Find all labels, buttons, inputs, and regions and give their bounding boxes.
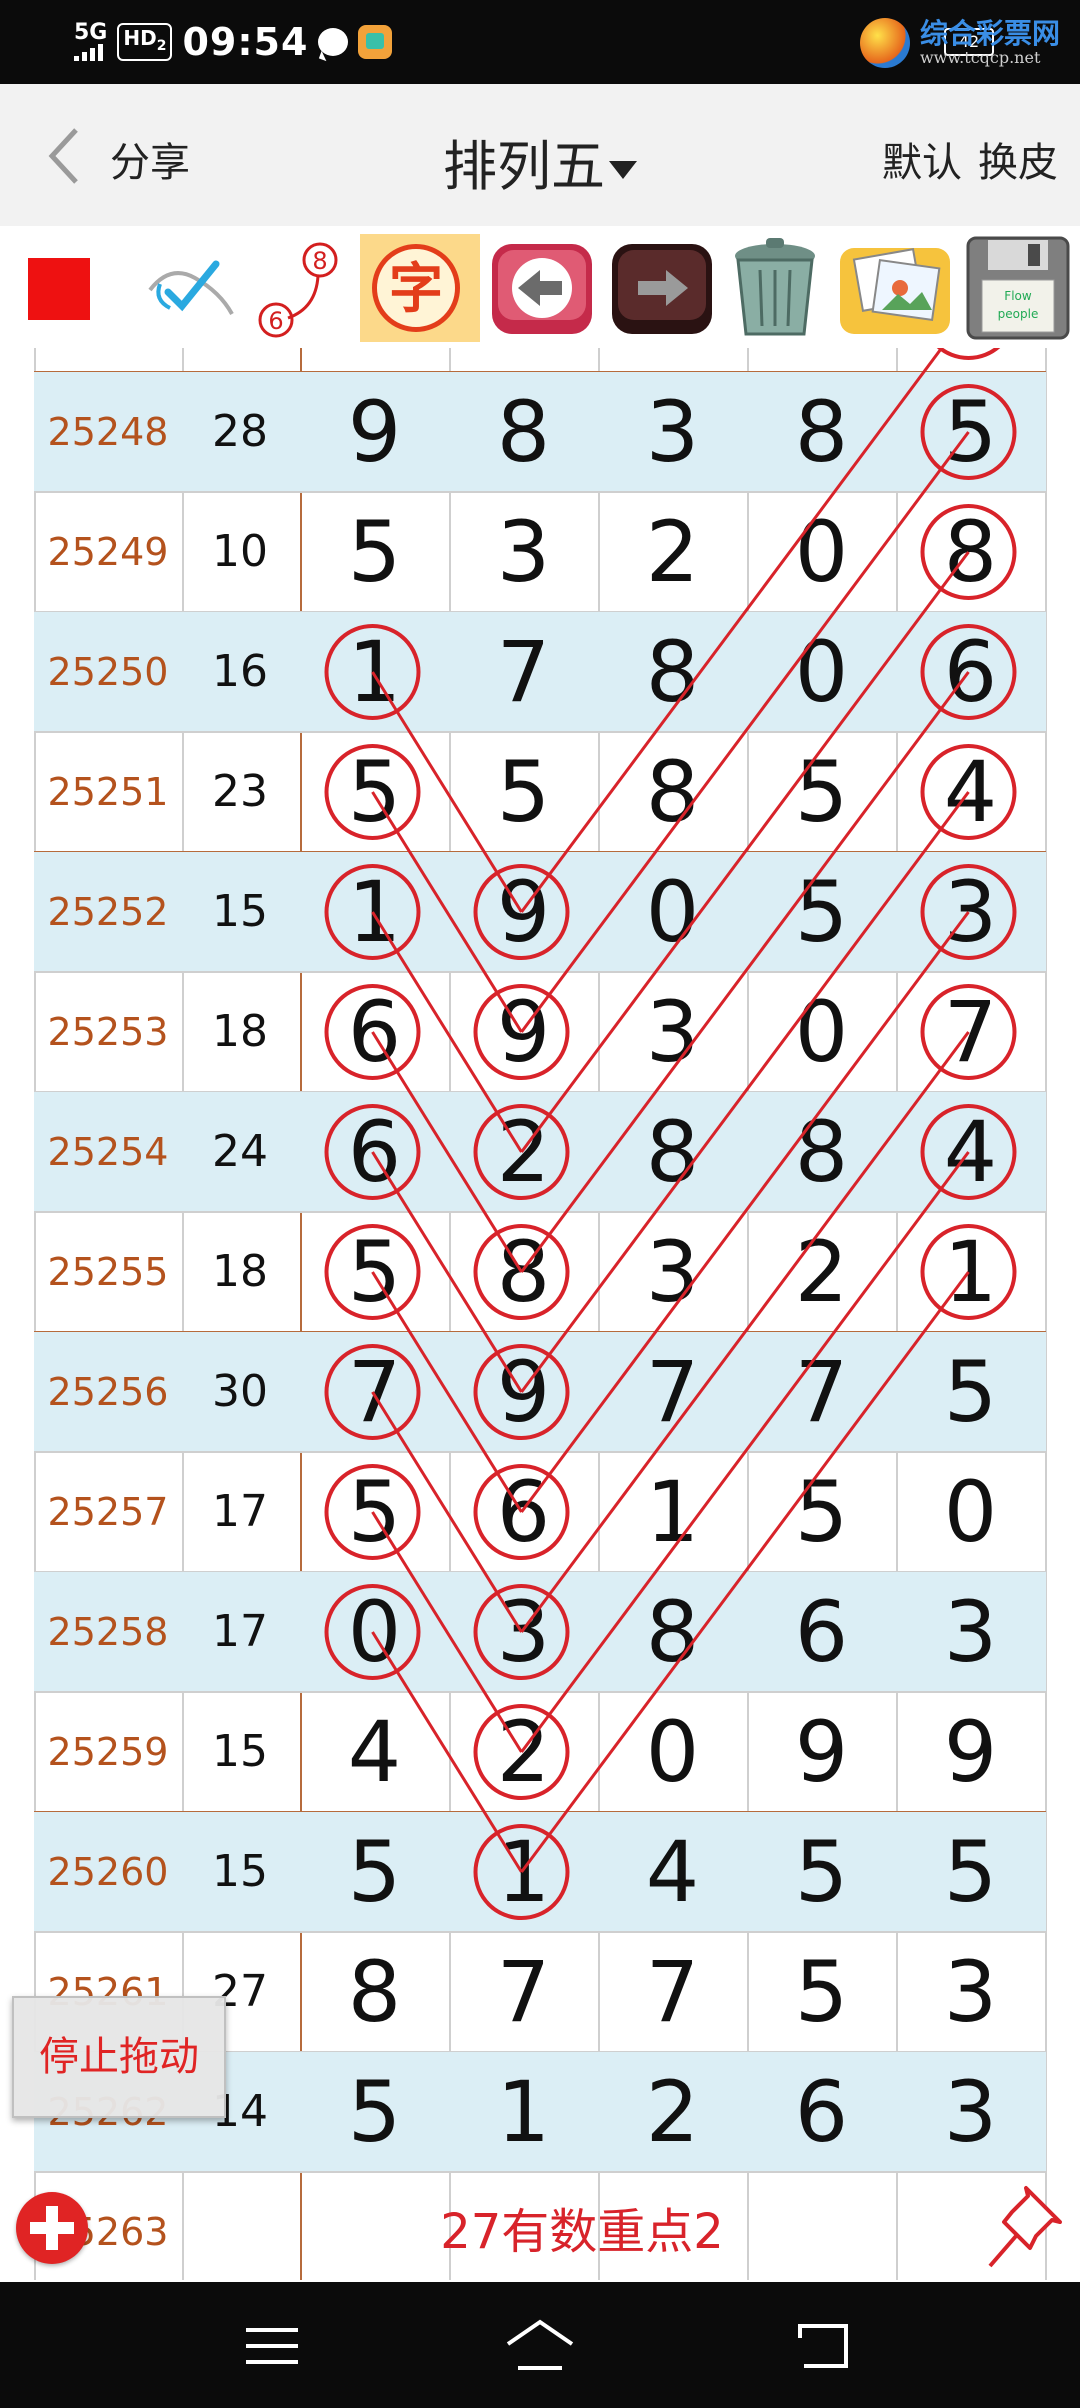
save-button[interactable]: Flow people	[962, 234, 1074, 342]
status-left: 5G HD2 09:54	[74, 18, 393, 66]
pen-tool-button[interactable]	[140, 234, 240, 342]
hd-sub-label: 2	[156, 38, 167, 54]
network-indicator: 5G	[74, 20, 108, 61]
lottery-table[interactable]: 25248 28 9 8 3 8 5 25249 10 5 3 2 0 8 25250 16 1 7 8 0 6 2525…	[0, 348, 1080, 2280]
drawing-toolbar: 8 6 字 Flow people	[0, 226, 1080, 348]
trash-can-icon	[735, 238, 815, 336]
site-logo-text: 综合彩票网 www.tcqcp.net	[920, 19, 1060, 67]
page-title-text: 排列五	[443, 135, 605, 198]
dropdown-caret-icon	[609, 161, 637, 180]
annotation-line	[520, 431, 970, 1033]
undo-arrow-icon	[492, 244, 592, 334]
annotation-line	[520, 1151, 970, 1753]
floppy-disk-icon: Flow people	[966, 236, 1070, 340]
eraser-top-label: 8	[312, 247, 327, 275]
color-picker-red[interactable]	[28, 258, 90, 320]
annotation-line	[520, 791, 970, 1393]
redo-arrow-icon	[612, 244, 712, 334]
annotation-line	[371, 1151, 523, 1393]
annotation-line	[520, 671, 970, 1273]
site-watermark: 综合彩票网 www.tcqcp.net	[859, 8, 1060, 78]
annotation-line	[371, 1391, 523, 1633]
redo-button[interactable]	[608, 234, 716, 342]
site-logo-title: 综合彩票网	[919, 17, 1060, 50]
change-skin-button[interactable]: 换皮	[978, 130, 1058, 188]
signal-icon	[74, 43, 103, 61]
annotation-line	[520, 348, 944, 913]
message-icon	[318, 28, 349, 56]
photo-gallery-icon	[840, 248, 950, 334]
app-bar: 分享 排列五 默认 换皮	[0, 84, 1080, 226]
hd-badge: HD2	[117, 23, 173, 61]
clock: 09:54	[182, 20, 309, 64]
back-nav-icon[interactable]	[784, 2310, 864, 2380]
home-icon[interactable]	[500, 2310, 580, 2380]
annotation-overlay	[324, 348, 1017, 1920]
menu-icon[interactable]	[232, 2310, 312, 2380]
eraser-86-icon: 8 6	[258, 242, 338, 338]
annotation-line	[371, 791, 523, 1033]
eraser-tool-button[interactable]: 8 6	[248, 234, 348, 342]
annotation-line	[371, 1271, 523, 1513]
annotation-line	[371, 911, 523, 1153]
annotation-line	[371, 671, 523, 913]
app-notification-icon	[358, 25, 393, 59]
floppy-label-2: people	[998, 307, 1039, 321]
system-nav-bar	[0, 2282, 1080, 2408]
pin-icon[interactable]	[980, 2182, 1064, 2272]
hd-label: HD	[123, 26, 157, 50]
annotation-line	[371, 1631, 523, 1873]
annotation-line	[520, 911, 970, 1513]
annotation-line	[371, 1511, 523, 1753]
annotation-line	[520, 1031, 970, 1633]
clear-trash-button[interactable]	[720, 234, 830, 342]
text-tool-icon: 字	[372, 244, 460, 332]
stop-drag-button[interactable]: 停止拖动	[12, 1996, 226, 2118]
annotation-line	[520, 1271, 970, 1873]
default-button[interactable]: 默认	[882, 130, 962, 188]
site-logo-url: www.tcqcp.net	[919, 48, 1041, 67]
floppy-label-1: Flow	[1004, 289, 1032, 303]
undo-button[interactable]	[488, 234, 596, 342]
text-tool-button[interactable]: 字	[360, 234, 480, 342]
eraser-bottom-label: 6	[268, 307, 283, 335]
gallery-button[interactable]	[836, 234, 954, 342]
annotation-line	[520, 551, 970, 1153]
site-logo-icon	[859, 18, 910, 68]
network-label: 5G	[74, 20, 108, 45]
status-bar: 5G HD2 09:54 42 综合彩票网 www.tcqcp.net	[0, 0, 1080, 84]
annotation-line	[371, 1031, 523, 1273]
app-bar-actions: 默认 换皮	[882, 130, 1058, 188]
add-plus-icon[interactable]	[16, 2192, 88, 2264]
pen-check-icon	[148, 260, 234, 315]
